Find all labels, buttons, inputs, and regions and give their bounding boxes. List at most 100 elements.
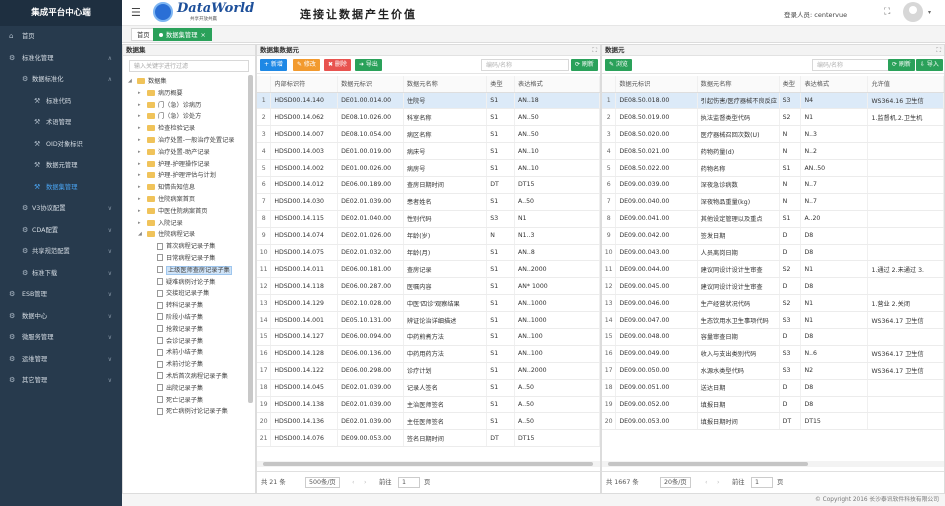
chevron-icon[interactable]: ∨ [108, 198, 112, 220]
table-row[interactable]: 11 DE09.00.044.00 建议同设计设计生审查 S2 N1 1.通过 2.未通过… [602, 260, 944, 279]
expand-toggle-icon[interactable]: ▸ [138, 88, 141, 100]
chevron-icon[interactable]: ∨ [108, 370, 112, 392]
page-size-select[interactable]: 20条/页 [660, 477, 691, 488]
sidebar-item[interactable]: ⚙ CDA配置 ∨ [0, 220, 122, 242]
table-row[interactable]: 8 DE09.00.041.00 其他设定管理以及重点 S1 A..20 [602, 210, 944, 228]
table-row[interactable]: 2 HDSD00.14.062 DE08.10.026.00 科室名称 S1 AN..50 [257, 108, 600, 127]
tree-node[interactable]: 阶段小结子集 [123, 312, 255, 324]
table-row[interactable]: 20 HDSD00.14.136 DE02.01.039.00 主任医师签名 S1 A..… [257, 412, 600, 431]
tree-node[interactable]: ▸ 病历概要 [123, 88, 255, 100]
tree-node[interactable]: 转科记录子集 [123, 300, 255, 312]
maximize-icon[interactable]: ⛶ [592, 45, 597, 56]
sidebar-item[interactable]: ⚙ 标准下载 ∨ [0, 263, 122, 285]
column-header[interactable]: 允许值 [867, 76, 944, 93]
table-row[interactable]: 12 HDSD00.14.118 DE06.00.287.00 医嘱内容 S1 AN* 1… [257, 277, 600, 296]
page-size-select[interactable]: 500条/页 [305, 477, 340, 488]
table-row[interactable]: 6 DE09.00.039.00 深夜急诊病数 N N..7 [602, 176, 944, 194]
browse-button[interactable]: ✎ 浏览 [605, 59, 632, 71]
tree-node[interactable]: 术前讨论子集 [123, 359, 255, 371]
tree-node[interactable]: ▸ 入院记录 [123, 218, 255, 230]
fullscreen-icon[interactable]: ⛶ [884, 7, 890, 17]
sidebar-item[interactable]: ⚙ 运维管理 ∨ [0, 349, 122, 371]
column-header[interactable]: 数据元标识 [337, 76, 404, 93]
table-row[interactable]: 13 DE09.00.046.00 生产经营状况代码 S2 N1 1.营业 2.关闭 [602, 294, 944, 313]
table-row[interactable]: 9 DE09.00.042.00 签发日期 D D8 [602, 227, 944, 245]
table-row[interactable]: 4 DE08.50.021.00 药物药量(d) N N..2 [602, 142, 944, 161]
tree-node[interactable]: ▸ 检查检验记录 [123, 123, 255, 135]
add-button[interactable]: + 新增 [260, 59, 287, 71]
table-row[interactable]: 7 HDSD00.14.030 DE02.01.039.00 患者姓名 S1 A..50 [257, 193, 600, 211]
table-row[interactable]: 11 HDSD00.14.011 DE06.00.181.00 查房记录 S1 AN..2… [257, 260, 600, 279]
tab-dataset-management[interactable]: 数据集管理 × [153, 28, 212, 41]
table-row[interactable]: 12 DE09.00.045.00 建议同设计设计生审查 D D8 [602, 277, 944, 296]
tree-node[interactable]: 日常病程记录子集 [123, 253, 255, 265]
tree-node[interactable]: 交接班记录子集 [123, 288, 255, 300]
table-row[interactable]: 20 DE09.00.053.00 填报日期时间 DT DT15 [602, 412, 944, 431]
table-row[interactable]: 5 HDSD00.14.002 DE01.00.026.00 病房号 S1 AN..10 [257, 159, 600, 177]
close-icon[interactable]: × [200, 32, 205, 39]
refresh-button[interactable]: ⟳ 刷新 [888, 59, 915, 71]
expand-toggle-icon[interactable]: ▸ [138, 206, 141, 218]
table-row[interactable]: 3 DE08.50.020.00 医疗器械召回次数(U) N N..3 [602, 125, 944, 144]
expand-toggle-icon[interactable]: ▸ [138, 100, 141, 112]
expand-toggle-icon[interactable]: ◢ [138, 229, 142, 241]
tree-node[interactable]: 抢救记录子集 [123, 324, 255, 336]
horizontal-scrollbar[interactable] [257, 461, 600, 467]
expand-toggle-icon[interactable]: ▸ [138, 159, 141, 171]
next-page-icon[interactable]: › [364, 472, 367, 493]
table-row[interactable]: 17 HDSD00.14.122 DE06.00.298.00 诊疗计划 S1 AN..2… [257, 362, 600, 380]
expand-toggle-icon[interactable]: ▸ [138, 194, 141, 206]
column-header[interactable]: 数据元名称 [403, 76, 488, 93]
expand-toggle-icon[interactable]: ▸ [138, 182, 141, 194]
tree-node[interactable]: 死亡病例讨论记录子集 [123, 406, 255, 418]
table-row[interactable]: 17 DE09.00.050.00 水源水类型代码 S3 N2 WS364.17 卫生信 [602, 362, 944, 380]
column-header[interactable]: 表达格式 [800, 76, 869, 93]
table-row[interactable]: 19 DE09.00.052.00 填报日期 D D8 [602, 396, 944, 414]
table-row[interactable]: 15 DE09.00.048.00 容量审查日期 D D8 [602, 328, 944, 346]
expand-toggle-icon[interactable]: ▸ [138, 147, 141, 159]
tree-node[interactable]: 疑难病例讨论子集 [123, 277, 255, 289]
chevron-icon[interactable]: ∧ [108, 48, 112, 70]
maximize-icon[interactable]: ⛶ [936, 45, 941, 56]
chevron-icon[interactable]: ∨ [108, 241, 112, 263]
delete-button[interactable]: ✖ 删除 [324, 59, 351, 71]
tree-scrollbar[interactable] [248, 75, 253, 403]
tree-node[interactable]: ▸ 护理-护理操作记录 [123, 159, 255, 171]
sidebar-item[interactable]: ⚒ 数据集管理 [0, 177, 122, 199]
table-row[interactable]: 18 DE09.00.051.00 送达日期 D D8 [602, 379, 944, 397]
table-row[interactable]: 2 DE08.50.019.00 执法监督类型代码 S2 N1 1.监督机.2.卫生机 [602, 108, 944, 127]
column-header[interactable]: 表达格式 [514, 76, 600, 93]
chevron-down-icon[interactable]: ▾ [928, 9, 931, 16]
expand-toggle-icon[interactable]: ▸ [138, 135, 141, 147]
table-row[interactable]: 4 HDSD00.14.003 DE01.00.019.00 病床号 S1 AN..10 [257, 142, 600, 161]
tree-node[interactable]: 术前小结子集 [123, 347, 255, 359]
expand-toggle-icon[interactable]: ▸ [138, 218, 141, 230]
page-input[interactable]: 1 [751, 477, 773, 488]
refresh-button[interactable]: ⟳ 刷新 [571, 59, 598, 71]
table-row[interactable]: 21 HDSD00.14.076 DE09.00.053.00 签名日期时间 DT DT1… [257, 429, 600, 448]
tree-node[interactable]: ▸ 治疗处置-助产记录 [123, 147, 255, 159]
tree-node[interactable]: 术后首次病程记录子集 [123, 371, 255, 383]
sidebar-item[interactable]: ⌂ 首页 [0, 26, 122, 48]
tree-node[interactable]: ▸ 护理-护理评估与计划 [123, 170, 255, 182]
tree-node[interactable]: ▸ 中医住院病案首页 [123, 206, 255, 218]
tree-filter-input[interactable]: 输入关键字进行过滤 [129, 60, 249, 72]
chevron-icon[interactable]: ∨ [108, 306, 112, 328]
tree-node[interactable]: 死亡记录子集 [123, 395, 255, 407]
table-row[interactable]: 10 HDSD00.14.075 DE02.01.032.00 年龄(月) S1 AN..… [257, 244, 600, 262]
chevron-icon[interactable]: ∧ [108, 69, 112, 91]
avatar[interactable] [903, 2, 923, 22]
tree-node[interactable]: 首次病程记录子集 [123, 241, 255, 253]
table-row[interactable]: 13 HDSD00.14.129 DE02.10.028.00 中医'四诊'观察结果 S… [257, 294, 600, 313]
horizontal-scrollbar[interactable] [602, 461, 944, 467]
table-row[interactable]: 3 HDSD00.14.007 DE08.10.054.00 病区名称 S1 AN..50 [257, 125, 600, 144]
column-header[interactable] [257, 76, 272, 93]
export-button[interactable]: ➜ 导出 [355, 59, 382, 71]
tree-node[interactable]: ▸ 门（急）诊处方 [123, 111, 255, 123]
table-row[interactable]: 7 DE09.00.040.00 深夜物品重量(kg) N N..7 [602, 193, 944, 211]
table-row[interactable]: 1 HDSD00.14.140 DE01.00.014.00 住院号 S1 AN..18 [257, 92, 600, 110]
table-row[interactable]: 1 DE08.50.018.00 引起伤害/医疗器械不良反应 S3 N4 WS364.16… [602, 92, 944, 110]
tree-node[interactable]: 会诊记录子集 [123, 336, 255, 348]
import-button[interactable]: ⇩ 导入 [916, 59, 943, 71]
table-row[interactable]: 19 HDSD00.14.138 DE02.01.039.00 主治医师签名 S1 A..… [257, 396, 600, 414]
